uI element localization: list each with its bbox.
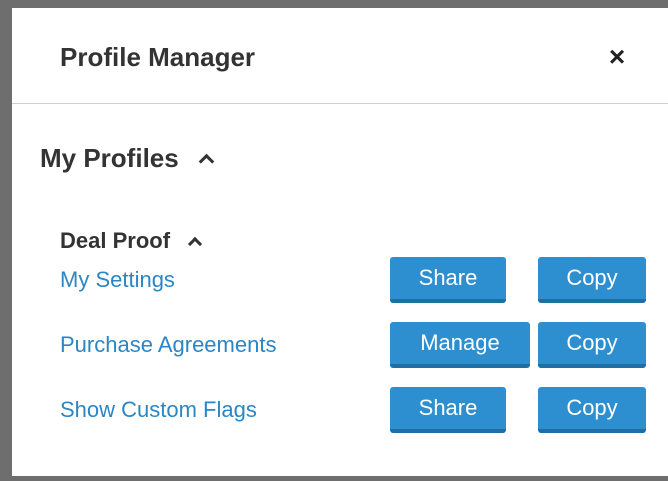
list-item: Purchase Agreements Manage Copy [60, 322, 668, 374]
list-item: Show Custom Flags Share Copy [60, 387, 668, 439]
profile-link-my-settings[interactable]: My Settings [60, 267, 175, 293]
copy-button[interactable]: Copy [538, 322, 646, 368]
chevron-up-icon [198, 153, 214, 170]
copy-button[interactable]: Copy [538, 257, 646, 303]
chevron-up-icon [187, 236, 203, 251]
profile-manager-dialog: Profile Manager × My Profiles Deal Proof… [0, 0, 668, 481]
section-title: My Profiles [40, 143, 179, 173]
list-item: My Settings Share Copy [60, 257, 668, 309]
copy-button[interactable]: Copy [538, 387, 646, 433]
share-button[interactable]: Share [390, 387, 506, 433]
dialog-header: Profile Manager × [12, 8, 668, 104]
share-button[interactable]: Share [390, 257, 506, 303]
group-title: Deal Proof [60, 228, 171, 253]
close-icon[interactable]: × [602, 42, 632, 72]
manage-button[interactable]: Manage [390, 322, 530, 368]
profile-link-show-custom-flags[interactable]: Show Custom Flags [60, 397, 257, 423]
deal-proof-group-toggle[interactable]: Deal Proof [60, 228, 203, 254]
profile-link-purchase-agreements[interactable]: Purchase Agreements [60, 332, 276, 358]
my-profiles-section-toggle[interactable]: My Profiles [40, 143, 214, 174]
dialog-title: Profile Manager [60, 42, 256, 72]
